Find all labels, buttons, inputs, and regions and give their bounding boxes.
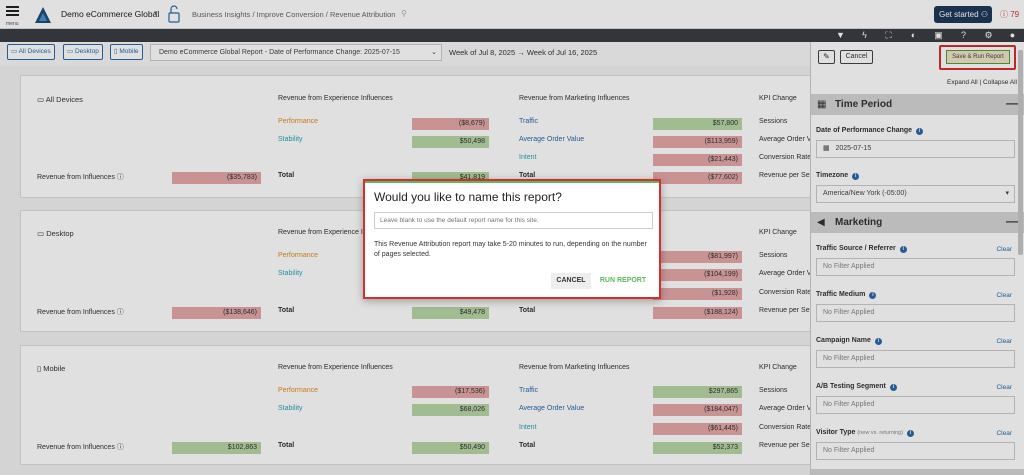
dialog-cancel-button[interactable]: CANCEL (551, 273, 591, 289)
dialog-accent (365, 181, 659, 183)
run-report-button[interactable]: RUN REPORT (597, 273, 649, 289)
dialog-message: This Revenue Attribution report may take… (374, 241, 647, 258)
app-root: menu Demo eCommerce Global ▾ Business In… (0, 0, 1024, 475)
name-report-dialog: Would you like to name this report? This… (363, 179, 661, 299)
report-name-input[interactable] (374, 212, 653, 229)
dialog-title: Would you like to name this report? (374, 190, 562, 204)
